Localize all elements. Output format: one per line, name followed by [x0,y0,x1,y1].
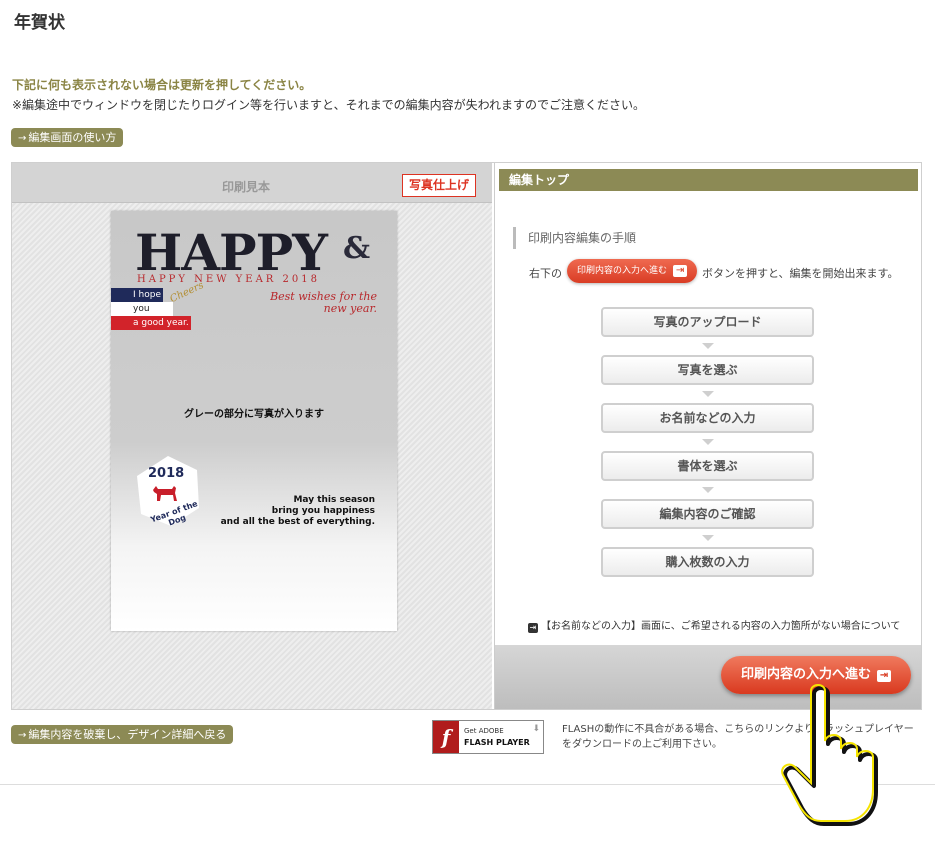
preview-title: 印刷見本 [222,180,271,194]
step-name-input[interactable]: お名前などの入力 [601,403,814,433]
print-preview-pane: 印刷見本 写真仕上げ HAPPY & HAPPY NEW YEAR 2018 I… [12,163,492,709]
editor-help-link[interactable]: → 編集画面の使い方 [11,128,124,147]
instruction-prefix: 右下の [529,267,562,280]
instruction-button-sample: 印刷内容の入力へ進む ⇥ [567,259,698,283]
card-best-wishes-line-2: new year. [323,302,377,315]
page-title: 年賀状 [14,13,65,33]
card-ampersand: & [343,231,371,266]
editor-help-label: 編集画面の使い方 [28,131,117,144]
card-message-line-2: bring you happiness [271,506,375,516]
discard-and-return-link[interactable]: → 編集内容を破棄し、デザイン詳細へ戻る [11,725,234,744]
enter-icon: ⇥ [877,670,891,682]
badge-year: 2018 [148,466,185,481]
edit-loss-warning: ※編集途中でウィンドウを閉じたりログイン等を行いますと、それまでの編集内容が失わ… [12,98,645,112]
photo-finish-badge: 写真仕上げ [402,174,477,197]
card-message: May this season bring you happiness and … [221,495,375,528]
download-icon: ⬇ [532,724,540,734]
step-confirm[interactable]: 編集内容のご確認 [601,499,814,529]
card-tag-line-1: I hope [111,288,163,302]
step-photo-upload[interactable]: 写真のアップロード [601,307,814,337]
chevron-down-icon [702,343,714,349]
steps-heading: 印刷内容編集の手順 [513,227,636,249]
pointing-hand-cursor-icon [781,684,878,826]
photo-area-label: グレーの部分に写真が入ります [184,409,324,420]
enter-icon: ⇥ [528,623,538,633]
arrow-right-icon: → [18,133,27,144]
chevron-down-icon [702,487,714,493]
nengajo-card-preview: HAPPY & HAPPY NEW YEAR 2018 I hope you h… [111,211,397,631]
missing-field-link[interactable]: ⇥ 【お名前などの入力】画面に、ご希望される内容の入力箇所がない場合について [528,617,900,633]
discard-label: 編集内容を破棄し、デザイン詳細へ戻る [28,728,227,741]
chevron-down-icon [702,439,714,445]
step-quantity[interactable]: 購入枚数の入力 [601,547,814,577]
card-tag-line-3: a good year. [111,316,191,330]
chevron-down-icon [702,391,714,397]
panel-title: 編集トップ [499,169,918,191]
card-best-wishes: Best wishes for the new year. [270,291,377,315]
card-message-line-1: May this season [293,495,375,505]
step-select-font[interactable]: 書体を選ぶ [601,451,814,481]
card-message-line-3: and all the best of everything. [220,517,375,527]
refresh-notice: 下記に何も表示されない場合は更新を押してください。 [12,78,312,92]
chevron-down-icon [702,535,714,541]
instruction-button-label: 印刷内容の入力へ進む [577,266,668,276]
enter-icon: ⇥ [673,265,688,277]
card-tag-line-2: you have [111,302,173,328]
editor-frame: 印刷見本 写真仕上げ HAPPY & HAPPY NEW YEAR 2018 I… [11,162,922,710]
arrow-right-icon: → [18,730,27,741]
card-subline: HAPPY NEW YEAR 2018 [137,274,320,285]
flash-logo-icon: f [433,721,459,753]
flash-get-text: Get ADOBE [464,727,504,735]
missing-field-label: 【お名前などの入力】画面に、ご希望される内容の入力箇所がない場合について [541,621,901,632]
instruction-suffix: ボタンを押すと、編集を開始出来ます。 [702,267,899,280]
preview-header: 印刷見本 写真仕上げ [12,163,492,203]
proceed-button-label: 印刷内容の入力へ進む [740,667,871,682]
edit-top-panel: 編集トップ 印刷内容編集の手順 右下の 印刷内容の入力へ進む ⇥ ボタンを押すと、… [494,163,921,709]
flash-player-text: FLASH PLAYER [464,738,530,747]
get-flash-player-button[interactable]: f Get ADOBE FLASH PLAYER ⬇ [432,720,544,754]
step-select-photo[interactable]: 写真を選ぶ [601,355,814,385]
